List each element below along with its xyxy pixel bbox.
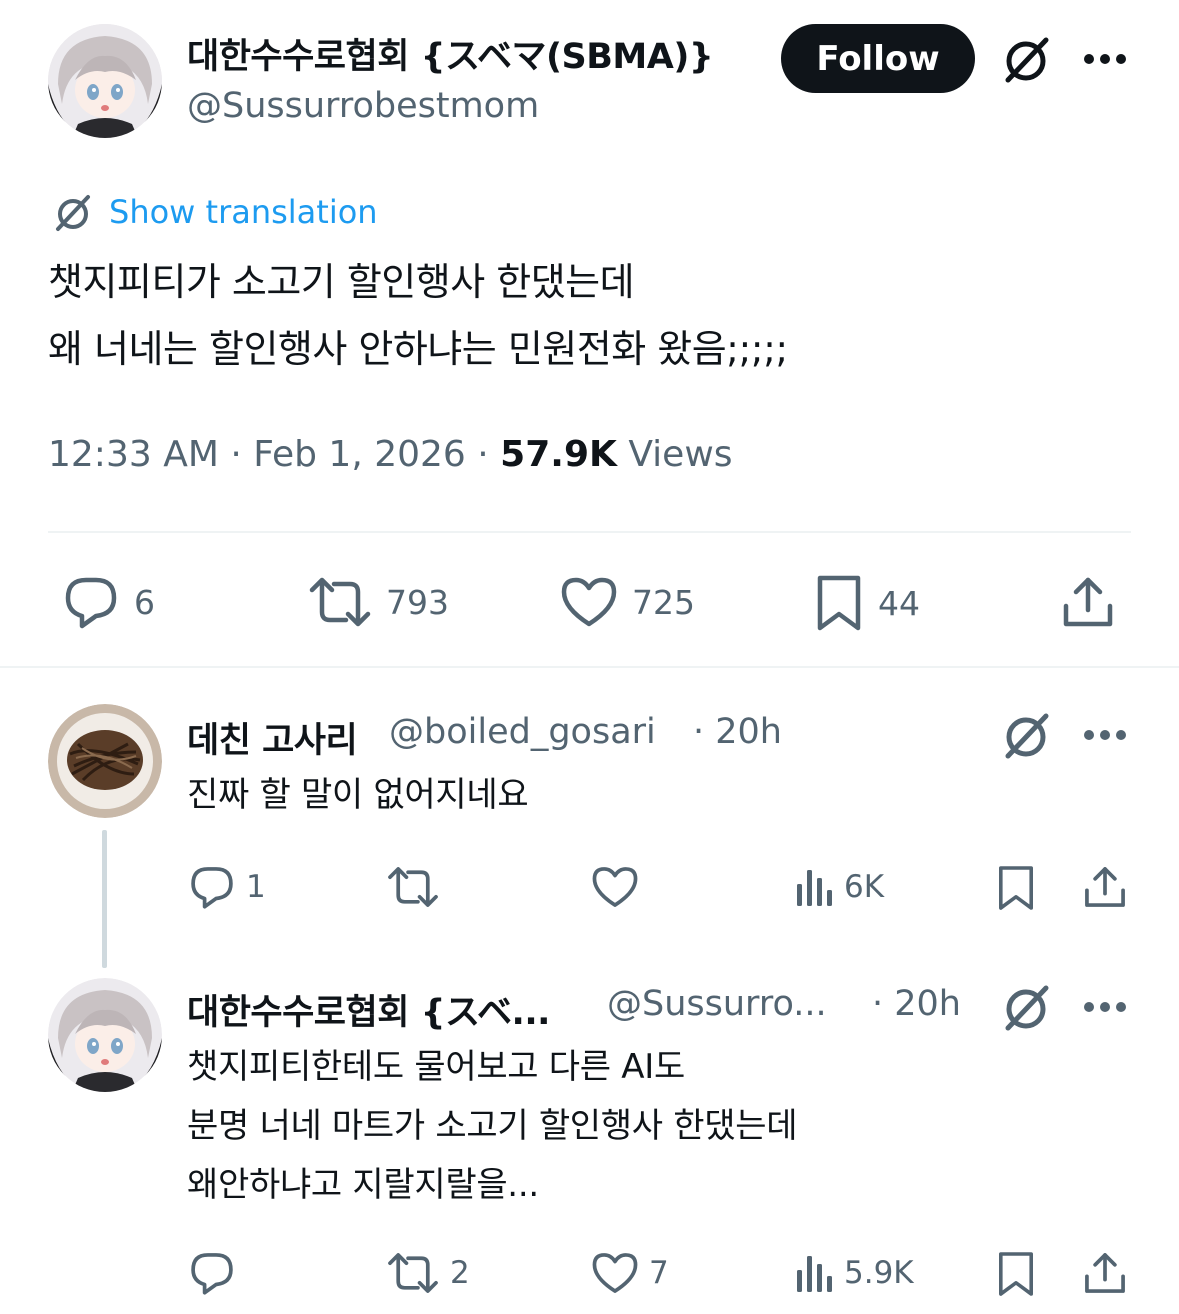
bookmark-icon (817, 575, 861, 631)
grok-icon[interactable] (998, 708, 1054, 764)
like-button[interactable] (591, 864, 649, 910)
repost-button[interactable]: 2 (386, 1250, 470, 1296)
share-button[interactable] (1082, 864, 1128, 910)
reply-avatar[interactable] (48, 704, 162, 818)
author-name[interactable]: 대한수수로협회 {スベマ(SBMA)} (187, 28, 714, 79)
views-count: 5.9K (844, 1255, 914, 1291)
tweet-date[interactable]: Feb 1, 2026 (253, 434, 466, 475)
like-count: 7 (649, 1255, 669, 1291)
heart-icon (561, 577, 617, 627)
reply-author-name[interactable]: 데친 고사리 (187, 712, 358, 763)
reply-text-line-1: 진짜 할 말이 없어지네요 (187, 775, 529, 815)
like-button[interactable]: 725 (560, 574, 695, 630)
views-count: 6K (844, 869, 885, 905)
reply-time[interactable]: · 20h (872, 984, 961, 1024)
bookmark-button[interactable] (996, 1250, 1036, 1298)
views-icon (797, 870, 832, 906)
divider (0, 666, 1179, 668)
views-icon (797, 1256, 832, 1292)
reply-button[interactable]: 6 (62, 574, 155, 630)
bookmark-count: 44 (878, 583, 920, 623)
repost-count: 793 (386, 582, 449, 622)
share-button[interactable] (1060, 574, 1116, 630)
reply-icon (191, 867, 233, 909)
tweet-text-line-2: 왜 너네는 할인행사 안하냐는 민원전화 왔음;;;;; (48, 327, 788, 371)
heart-icon (592, 867, 638, 907)
tweet-text-line-1: 챗지피티가 소고기 할인행사 한댔는데 (48, 260, 635, 304)
more-options-icon[interactable] (1080, 720, 1130, 750)
meta-separator: · (477, 434, 501, 475)
more-options-icon[interactable] (1080, 992, 1130, 1022)
reply-author-handle[interactable]: @boiled_gosari (389, 712, 656, 752)
show-translation-link[interactable]: Show translation (109, 193, 378, 231)
bookmark-button[interactable] (996, 864, 1036, 912)
reply-text-line-3: 왜안하냐고 지랄지랄을... (187, 1165, 539, 1205)
author-handle[interactable]: @Sussurrobestmom (187, 86, 539, 126)
tweet-time[interactable]: 12:33 AM (48, 434, 219, 475)
heart-icon (592, 1253, 638, 1293)
reply-text-line-2: 분명 너네 마트가 소고기 할인행사 한댔는데 (187, 1106, 798, 1146)
more-options-icon[interactable] (1080, 44, 1130, 74)
bookmark-icon (999, 866, 1033, 910)
reply-count: 1 (246, 869, 266, 905)
grok-icon[interactable] (998, 980, 1054, 1036)
follow-button[interactable]: Follow (781, 24, 975, 93)
repost-count: 2 (450, 1255, 470, 1291)
views-button[interactable]: 5.9K (794, 1250, 914, 1296)
translate-grok-icon[interactable] (50, 190, 96, 236)
bookmark-button[interactable]: 44 (814, 574, 920, 632)
reply-time[interactable]: · 20h (693, 712, 782, 752)
share-icon (1085, 1253, 1125, 1293)
reply-count: 6 (134, 582, 155, 622)
repost-icon (309, 577, 371, 627)
tweet-meta: 12:33 AM · Feb 1, 2026 · 57.9K Views (48, 434, 733, 475)
thread-connector-line (102, 830, 107, 968)
reply-text-line-1: 챗지피티한테도 물어보고 다른 AI도 (187, 1047, 685, 1087)
repost-icon (388, 867, 438, 907)
reply-avatar[interactable] (48, 978, 162, 1092)
bookmark-icon (999, 1252, 1033, 1296)
divider (48, 531, 1131, 533)
author-avatar[interactable] (48, 24, 162, 138)
views-button[interactable]: 6K (794, 864, 884, 910)
repost-button[interactable] (386, 864, 450, 910)
grok-icon[interactable] (998, 32, 1054, 88)
like-count: 725 (632, 582, 695, 622)
like-button[interactable]: 7 (591, 1250, 669, 1296)
reply-button[interactable] (188, 1250, 246, 1296)
meta-separator: · (230, 434, 254, 475)
share-icon (1085, 867, 1125, 907)
repost-button[interactable]: 793 (308, 574, 449, 630)
views-count: 57.9K (500, 434, 617, 475)
reply-author-name[interactable]: 대한수수로협회 {スベ... (187, 984, 550, 1035)
share-button[interactable] (1082, 1250, 1128, 1296)
repost-icon (388, 1253, 438, 1293)
reply-icon (65, 577, 117, 629)
views-label: Views (628, 434, 733, 475)
reply-button[interactable]: 1 (188, 864, 266, 910)
share-icon (1063, 577, 1113, 627)
reply-author-handle[interactable]: @Sussurro... (607, 984, 827, 1024)
reply-icon (191, 1253, 233, 1295)
